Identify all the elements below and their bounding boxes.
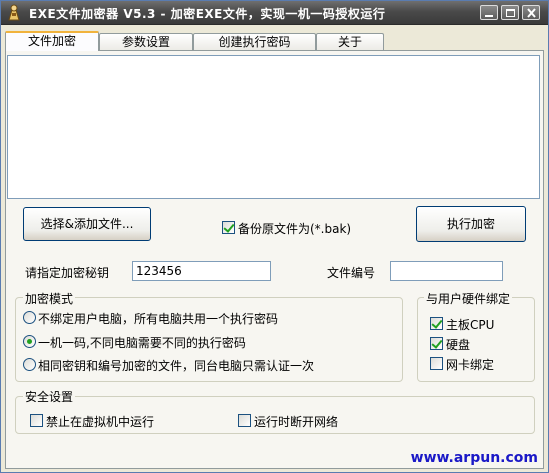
window-title: EXE文件加密器 V5.3 - 加密EXE文件，实现一机一码授权运行 (29, 7, 386, 21)
key-input[interactable]: 123456 (132, 261, 271, 281)
encrypt-button[interactable]: 执行加密 (416, 206, 526, 242)
security-group-title: 安全设置 (23, 388, 76, 405)
bind-disk-checkbox[interactable] (430, 337, 443, 350)
file-number-label: 文件编号 (327, 266, 376, 280)
select-files-label: 选择&添加文件... (40, 217, 134, 231)
select-files-button[interactable]: 选择&添加文件... (23, 207, 151, 241)
tab-label: 文件加密 (27, 34, 76, 48)
tab-about[interactable]: 关于 (316, 33, 384, 50)
mode-radio-one-machine[interactable] (23, 335, 36, 348)
bind-cpu-checkbox[interactable] (430, 317, 443, 330)
bind-option-label: 硬盘 (446, 338, 471, 352)
maximize-button[interactable] (501, 5, 519, 20)
file-list[interactable] (7, 55, 540, 199)
mode-group-title: 加密模式 (23, 290, 76, 307)
disconnect-network-checkbox[interactable] (238, 414, 251, 427)
tab-parameter-settings[interactable]: 参数设置 (99, 33, 193, 50)
tab-create-password[interactable]: 创建执行密码 (193, 33, 316, 50)
mode-radio-same-key[interactable] (23, 358, 36, 371)
key-label: 请指定加密秘钥 (25, 266, 110, 280)
minimize-button[interactable] (480, 5, 498, 20)
no-vm-checkbox[interactable] (30, 414, 43, 427)
app-logo-icon (6, 4, 22, 21)
maximize-icon (506, 9, 515, 17)
backup-label: 备份原文件为(*.bak) (238, 222, 352, 236)
tab-label: 创建执行密码 (218, 35, 291, 49)
bind-nic-checkbox[interactable] (430, 357, 443, 370)
backup-checkbox[interactable] (222, 221, 235, 234)
main-window: EXE文件加密器 V5.3 - 加密EXE文件，实现一机一码授权运行 文件加密 … (0, 0, 549, 473)
minimize-icon (485, 15, 493, 17)
watermark: www.arpun.com (410, 450, 538, 466)
tab-file-encrypt[interactable]: 文件加密 (5, 31, 99, 51)
close-icon (527, 8, 536, 18)
security-option-label: 运行时断开网络 (254, 415, 339, 429)
mode-option-label: 不绑定用户电脑，所有电脑共用一个执行密码 (38, 312, 279, 326)
mode-radio-shared[interactable] (23, 311, 36, 324)
security-option-label: 禁止在虚拟机中运行 (46, 415, 155, 429)
mode-option-label: 相同密钥和编号加密的文件，同台电脑只需认证一次 (38, 359, 315, 373)
mode-option-label: 一机一码,不同电脑需要不同的执行密码 (38, 336, 246, 350)
file-number-input[interactable] (390, 261, 503, 281)
close-button[interactable] (522, 5, 540, 20)
title-bar[interactable]: EXE文件加密器 V5.3 - 加密EXE文件，实现一机一码授权运行 (1, 1, 548, 25)
hardware-group-title: 与用户硬件绑定 (424, 290, 513, 307)
bind-option-label: 主板CPU (446, 318, 495, 332)
tab-label: 关于 (337, 35, 362, 49)
tab-label: 参数设置 (121, 35, 170, 49)
encrypt-label: 执行加密 (446, 217, 495, 231)
bind-option-label: 网卡绑定 (446, 358, 495, 372)
